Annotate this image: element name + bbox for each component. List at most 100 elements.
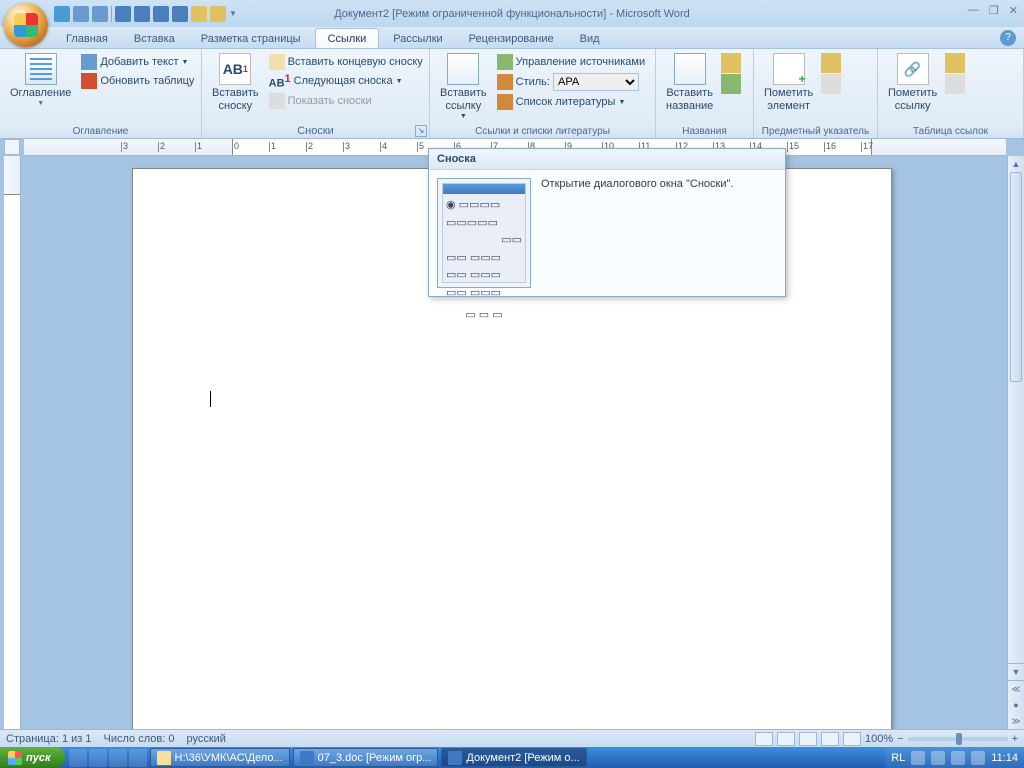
tray-icon-3[interactable] <box>951 751 965 765</box>
status-wordcount[interactable]: Число слов: 0 <box>104 733 175 745</box>
next-footnote-button[interactable]: AB1 Следующая сноска ▼ <box>267 72 425 91</box>
insert-endnote-button[interactable]: Вставить концевую сноску <box>267 53 425 71</box>
tab-mailings[interactable]: Рассылки <box>381 29 454 48</box>
close-button[interactable]: ✕ <box>1009 4 1018 17</box>
start-button[interactable]: пуск <box>0 747 65 768</box>
tray-icon-4[interactable] <box>971 751 985 765</box>
index-extra1-icon[interactable] <box>821 53 841 73</box>
bibliography-button[interactable]: Список литературы ▼ <box>495 93 647 111</box>
insert-endnote-label: Вставить концевую сноску <box>288 56 423 68</box>
chevron-down-icon: ▼ <box>182 59 189 66</box>
view-draft-button[interactable] <box>843 732 861 746</box>
insert-footnote-label: Вставить сноску <box>212 87 259 113</box>
tab-view[interactable]: Вид <box>568 29 612 48</box>
ql-icon-1[interactable] <box>69 749 87 767</box>
tab-insert[interactable]: Вставка <box>122 29 187 48</box>
mark-citation-icon <box>897 53 929 85</box>
tray-language[interactable]: RL <box>891 752 905 764</box>
qat-undo-icon[interactable] <box>73 6 89 22</box>
qat-dropdown-icon[interactable]: ▼ <box>229 9 237 18</box>
scroll-thumb[interactable] <box>1010 172 1022 382</box>
zoom-knob[interactable] <box>956 733 962 745</box>
update-toc-button[interactable]: Обновить таблицу <box>79 72 196 90</box>
zoom-out-icon[interactable]: − <box>897 733 903 745</box>
zoom-in-icon[interactable]: + <box>1012 733 1018 745</box>
status-page[interactable]: Страница: 1 из 1 <box>6 733 92 745</box>
qat-open-icon[interactable] <box>191 6 207 22</box>
maximize-button[interactable]: ❐ <box>989 4 999 17</box>
taskbar-item-label: Документ2 [Режим о... <box>466 752 579 764</box>
help-icon[interactable]: ? <box>1000 30 1016 46</box>
prev-page-icon[interactable]: ≪ <box>1008 681 1024 697</box>
scroll-up-icon[interactable]: ▲ <box>1008 156 1024 172</box>
tray-icon-1[interactable] <box>911 751 925 765</box>
view-outline-button[interactable] <box>821 732 839 746</box>
citation-icon <box>447 53 479 85</box>
mark-entry-button[interactable]: Пометить элемент <box>758 51 819 115</box>
qat-icon-3[interactable] <box>153 6 169 22</box>
qat-save-icon[interactable] <box>54 6 70 22</box>
qat-redo-icon[interactable] <box>92 6 108 22</box>
qat-icon-4[interactable] <box>172 6 188 22</box>
tab-review[interactable]: Рецензирование <box>457 29 566 48</box>
ql-icon-4[interactable] <box>129 749 147 767</box>
scroll-down-icon[interactable]: ▼ <box>1008 664 1024 680</box>
zoom-level[interactable]: 100% <box>865 733 893 745</box>
qat-new-icon[interactable] <box>210 6 226 22</box>
insert-footnote-button[interactable]: AB1 Вставить сноску <box>206 51 265 115</box>
caption-icon <box>674 53 706 85</box>
taskbar-item-word2[interactable]: Документ2 [Режим о... <box>441 748 586 767</box>
qat-icon-1[interactable] <box>115 6 131 22</box>
ql-icon-3[interactable] <box>109 749 127 767</box>
status-language[interactable]: русский <box>186 733 225 745</box>
tab-home[interactable]: Главная <box>54 29 120 48</box>
ruler-corner[interactable] <box>4 139 20 155</box>
zoom-slider[interactable] <box>908 737 1008 741</box>
insert-caption-label: Вставить название <box>666 87 713 113</box>
folder-icon <box>157 751 171 765</box>
toc-button-label: Оглавление <box>10 87 71 100</box>
update-icon <box>81 73 97 89</box>
footnotes-launcher-icon[interactable]: ↘ <box>415 125 427 137</box>
toc-button[interactable]: Оглавление ▼ <box>4 51 77 111</box>
vertical-scrollbar[interactable]: ▲ ▼ ≪ ● ≫ <box>1007 156 1024 729</box>
view-print-layout-button[interactable] <box>755 732 773 746</box>
footnote-tooltip: Сноска ◉ ▭▭▭▭▭▭▭▭▭▭▭ ▭▭ ▭▭▭▭▭ ▭▭▭▭▭ ▭▭▭ … <box>428 148 786 297</box>
tab-references[interactable]: Ссылки <box>315 28 380 48</box>
taskbar-item-explorer[interactable]: H:\36\УМК\АС\Дело... <box>150 748 290 767</box>
insert-caption-button[interactable]: Вставить название <box>660 51 719 115</box>
chevron-down-icon: ▼ <box>618 99 625 106</box>
browse-object-icon[interactable]: ● <box>1008 697 1024 713</box>
next-page-icon[interactable]: ≫ <box>1008 713 1024 729</box>
tooltip-preview-icon: ◉ ▭▭▭▭▭▭▭▭▭▭▭ ▭▭ ▭▭▭▭▭ ▭▭▭▭▭ ▭▭▭ ▭ ▭ ▭ <box>437 178 531 288</box>
toa-extra1-icon[interactable] <box>945 53 965 73</box>
taskbar-item-word1[interactable]: 07_3.doc [Режим огр... <box>293 748 439 767</box>
bibliography-icon <box>497 94 513 110</box>
style-select[interactable]: APA <box>553 73 639 91</box>
manage-sources-icon <box>497 54 513 70</box>
minimize-button[interactable]: — <box>968 4 979 17</box>
insert-citation-button[interactable]: Вставить ссылку▼ <box>434 51 493 124</box>
tab-layout[interactable]: Разметка страницы <box>189 29 313 48</box>
update-toc-label: Обновить таблицу <box>100 75 194 87</box>
add-text-button[interactable]: Добавить текст ▼ <box>79 53 196 71</box>
manage-sources-button[interactable]: Управление источниками <box>495 53 647 71</box>
office-button[interactable] <box>4 3 48 47</box>
qat-icon-2[interactable] <box>134 6 150 22</box>
chevron-down-icon: ▼ <box>460 113 467 121</box>
tray-icon-2[interactable] <box>931 751 945 765</box>
group-captions-label: Названия <box>656 125 753 138</box>
toc-icon <box>25 53 57 85</box>
tray-clock[interactable]: 11:14 <box>991 752 1018 764</box>
caption-extra2-icon[interactable] <box>721 74 741 94</box>
view-web-button[interactable] <box>799 732 817 746</box>
caption-extra1-icon[interactable] <box>721 53 741 73</box>
vertical-ruler[interactable] <box>4 156 21 729</box>
mark-citation-button[interactable]: Пометить ссылку <box>882 51 943 115</box>
view-fullscreen-button[interactable] <box>777 732 795 746</box>
taskbar-item-label: H:\36\УМК\АС\Дело... <box>175 752 283 764</box>
group-toc-label: Оглавление <box>0 125 201 138</box>
ql-icon-2[interactable] <box>89 749 107 767</box>
window-title: Документ2 [Режим ограниченной функционал… <box>334 8 690 20</box>
group-citations-label: Ссылки и списки литературы <box>430 125 655 138</box>
